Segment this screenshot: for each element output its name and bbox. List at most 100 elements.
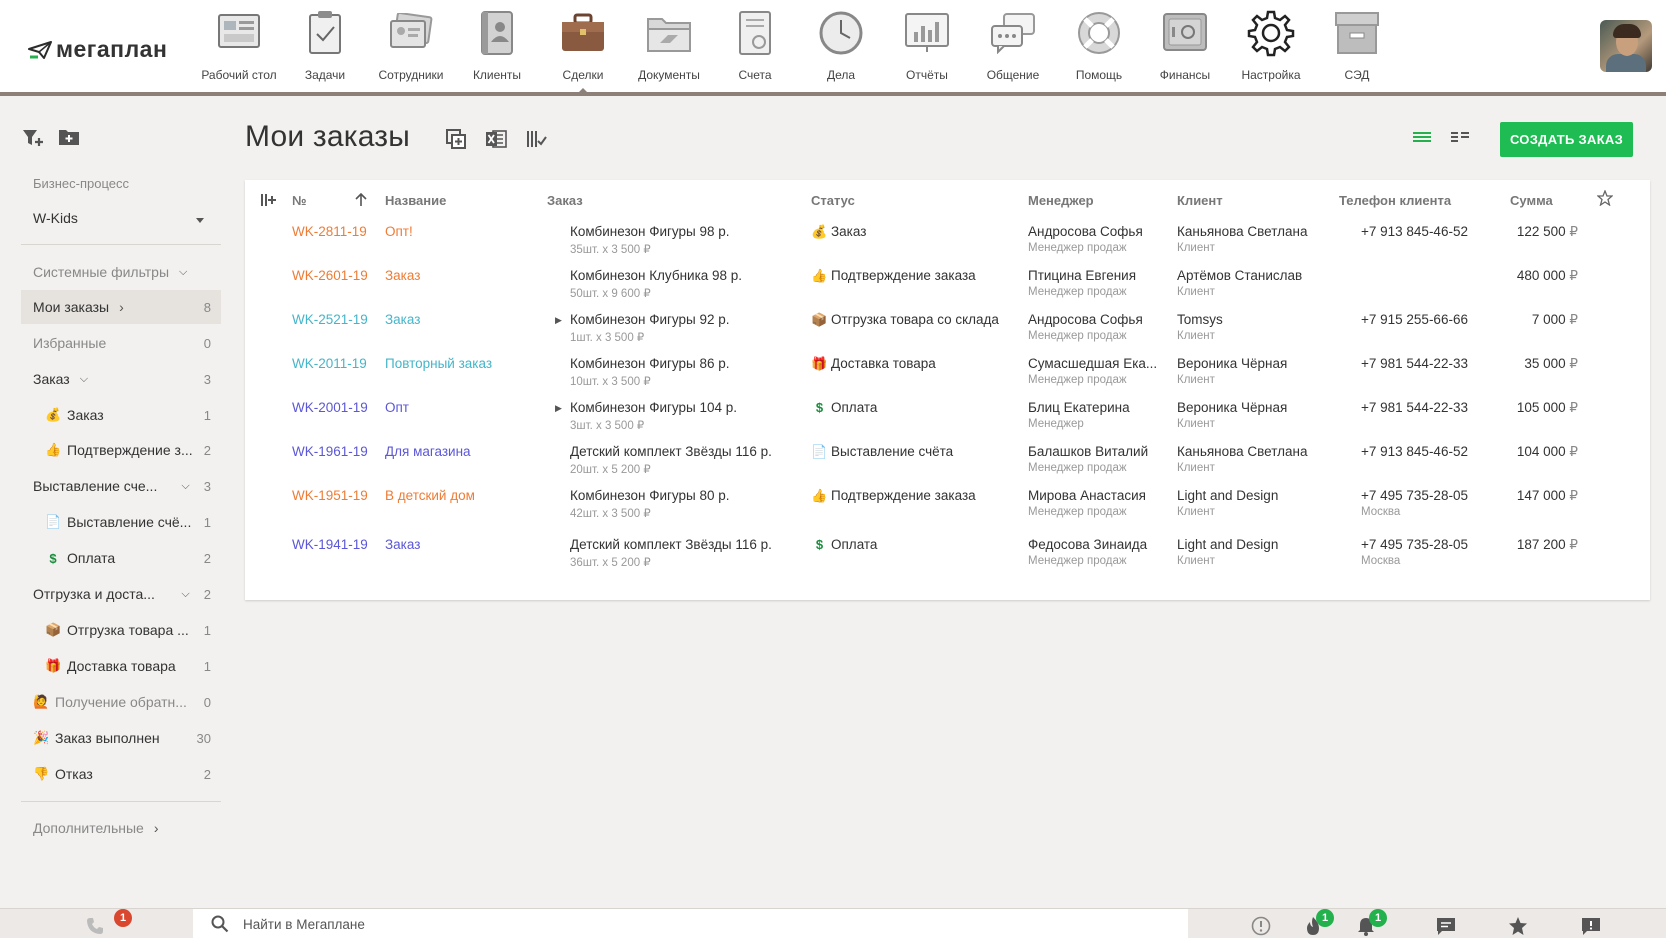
info-icon[interactable] (1250, 915, 1272, 937)
expand-caret-icon[interactable]: ▶ (555, 403, 562, 414)
folder-add-icon[interactable] (58, 128, 80, 153)
sidebar-item-my-orders[interactable]: Мои заказы › 8 (21, 290, 221, 324)
table-row[interactable]: WK-2011-19 Повторный заказ Комбинезон Фигу… (245, 354, 1650, 398)
list-view-icon[interactable] (1412, 128, 1432, 151)
order-number-link[interactable]: WK-2011-19 (292, 356, 367, 371)
nav-employees[interactable]: Сотрудники (368, 8, 454, 90)
sidebar-group-order[interactable]: Заказ ⌵ 3 (21, 362, 221, 396)
table-row[interactable]: WK-2811-19 Опт! Комбинезон Фигуры 98 р. 35ш… (245, 222, 1650, 266)
table-row[interactable]: WK-2001-19 Опт ▶ Комбинезон Фигуры 104 р. 3ш… (245, 398, 1650, 442)
order-number-link[interactable]: WK-2001-19 (292, 400, 368, 415)
client-cell: Вероника Чёрная Клиент (1177, 400, 1288, 430)
sidebar-item-warehouse-shipment[interactable]: 📦 Отгрузка товара ... 1 (21, 613, 221, 647)
nav-deals[interactable]: Сделки (540, 8, 626, 94)
header-name[interactable]: Название (385, 193, 446, 208)
order-name-link[interactable]: Опт! (385, 224, 413, 239)
header-phone[interactable]: Телефон клиента (1339, 193, 1451, 208)
system-filters-toggle[interactable]: Системные фильтры ⌵ (21, 255, 221, 289)
clock-icon (817, 8, 865, 58)
client-cell: Light and Design Клиент (1177, 537, 1279, 567)
search-input[interactable] (243, 916, 843, 932)
sidebar-item-favorites[interactable]: Избранные 0 (21, 326, 221, 360)
order-number-link[interactable]: WK-2601-19 (292, 268, 368, 283)
column-settings-icon[interactable] (260, 193, 276, 210)
table-row[interactable]: WK-1941-19 Заказ Детский комплект Звёзды 1… (245, 535, 1650, 579)
sort-arrow-up-icon[interactable] (355, 192, 367, 210)
megaplan-logo[interactable]: мегаплан (28, 36, 167, 63)
table-row[interactable]: WK-1951-19 В детский дом Комбинезон Фигуры… (245, 486, 1650, 530)
order-number-link[interactable]: WK-1951-19 (292, 488, 368, 503)
sidebar-item-delivery[interactable]: 🎁 Доставка товара 1 (21, 649, 221, 683)
nav-affairs[interactable]: Дела (798, 8, 884, 90)
dollar-icon: $ (49, 550, 57, 566)
manager-cell: Сумасшедшая Ека... Менеджер продаж (1028, 356, 1158, 386)
expand-caret-icon[interactable]: ▶ (555, 315, 562, 326)
table-row[interactable]: WK-1961-19 Для магазина Детский комплект З… (245, 442, 1650, 486)
user-avatar[interactable] (1600, 20, 1652, 72)
nav-sed[interactable]: СЭД (1314, 8, 1400, 90)
nav-tasks[interactable]: Задачи (282, 8, 368, 90)
additional-filters-toggle[interactable]: Дополнительные › (21, 811, 221, 845)
columns-settings-icon[interactable] (525, 128, 547, 155)
phone-cell: +7 913 845-46-52 (1361, 224, 1468, 239)
sidebar-item-order[interactable]: 💰 Заказ 1 (21, 398, 221, 432)
status-cell: $ Оплата (811, 537, 878, 552)
header-order[interactable]: Заказ (547, 193, 583, 208)
order-name-link[interactable]: Заказ (385, 268, 420, 283)
nav-clients[interactable]: Клиенты (454, 8, 540, 90)
sidebar-group-invoicing[interactable]: Выставление сче... ⌵ 3 (21, 469, 221, 503)
order-name-link[interactable]: В детский дом (385, 488, 475, 503)
excel-export-icon[interactable] (485, 128, 507, 155)
sidebar-group-shipping[interactable]: Отгрузка и доста... ⌵ 2 (21, 577, 221, 611)
order-number-link[interactable]: WK-2811-19 (292, 224, 367, 239)
order-name-link[interactable]: Для магазина (385, 444, 471, 459)
order-name-link[interactable]: Повторный заказ (385, 356, 492, 371)
nav-settings[interactable]: Настройка (1228, 8, 1314, 90)
sidebar-item-order-complete[interactable]: 🎉 Заказ выполнен 30 (21, 721, 221, 755)
manager-cell: Балашков Виталий Менеджер продаж (1028, 444, 1149, 474)
phone-icon[interactable]: 1 (84, 909, 132, 937)
nav-desktop[interactable]: Рабочий стол (196, 8, 282, 90)
order-number-link[interactable]: WK-1941-19 (292, 537, 368, 552)
business-process-select[interactable]: W-Kids (33, 210, 205, 226)
nav-finance[interactable]: Финансы (1142, 8, 1228, 90)
fire-icon[interactable]: 1 (1302, 909, 1334, 937)
top-navigation-bar: мегаплан Рабочий стол Задачи Сотрудники … (0, 0, 1666, 96)
order-number-link[interactable]: WK-1961-19 (292, 444, 368, 459)
header-sum[interactable]: Сумма (1510, 193, 1553, 208)
business-process-label: Бизнес-процесс (33, 176, 130, 191)
order-name-link[interactable]: Заказ (385, 537, 420, 552)
table-row[interactable]: WK-2601-19 Заказ Комбинезон Клубника 98 р.… (245, 266, 1650, 310)
nav-communication[interactable]: Общение (970, 8, 1056, 90)
create-order-button[interactable]: СОЗДАТЬ ЗАКАЗ (1500, 122, 1633, 157)
clients-icon (473, 8, 521, 58)
bell-icon[interactable]: 1 (1355, 909, 1387, 937)
nav-invoices[interactable]: Счета (712, 8, 798, 90)
table-row[interactable]: WK-2521-19 Заказ ▶ Комбинезон Фигуры 92 р. 1… (245, 310, 1650, 354)
favorite-star-icon[interactable] (1596, 189, 1614, 209)
order-number-link[interactable]: WK-2521-19 (292, 312, 368, 327)
sidebar-item-feedback[interactable]: 🙋 Получение обратн... 0 (21, 685, 221, 719)
messages-icon[interactable] (1435, 915, 1457, 937)
order-name-link[interactable]: Опт (385, 400, 409, 415)
sidebar-item-rejected[interactable]: 👎 Отказ 2 (21, 757, 221, 791)
nav-reports[interactable]: Отчёты (884, 8, 970, 90)
global-search[interactable] (193, 909, 1188, 938)
header-status[interactable]: Статус (811, 193, 855, 208)
header-number[interactable]: № (292, 193, 307, 208)
compact-view-icon[interactable] (1450, 128, 1470, 151)
nav-help[interactable]: Помощь (1056, 8, 1142, 90)
copy-add-icon[interactable] (445, 128, 467, 155)
star-icon[interactable] (1507, 915, 1529, 937)
status-cell: 👍 Подтверждение заказа (811, 268, 976, 283)
order-name-link[interactable]: Заказ (385, 312, 420, 327)
sidebar-item-invoicing[interactable]: 📄 Выставление счё... 1 (21, 505, 221, 539)
sidebar-item-order-confirmation[interactable]: 👍 Подтверждение з... 2 (21, 433, 221, 467)
feedback-icon[interactable] (1580, 915, 1602, 937)
header-manager[interactable]: Менеджер (1028, 193, 1094, 208)
filter-add-icon[interactable] (22, 128, 44, 153)
header-client[interactable]: Клиент (1177, 193, 1223, 208)
money-bag-icon: 💰 (45, 407, 62, 422)
nav-documents[interactable]: Документы (626, 8, 712, 90)
sidebar-item-payment[interactable]: $ Оплата 2 (21, 541, 221, 575)
